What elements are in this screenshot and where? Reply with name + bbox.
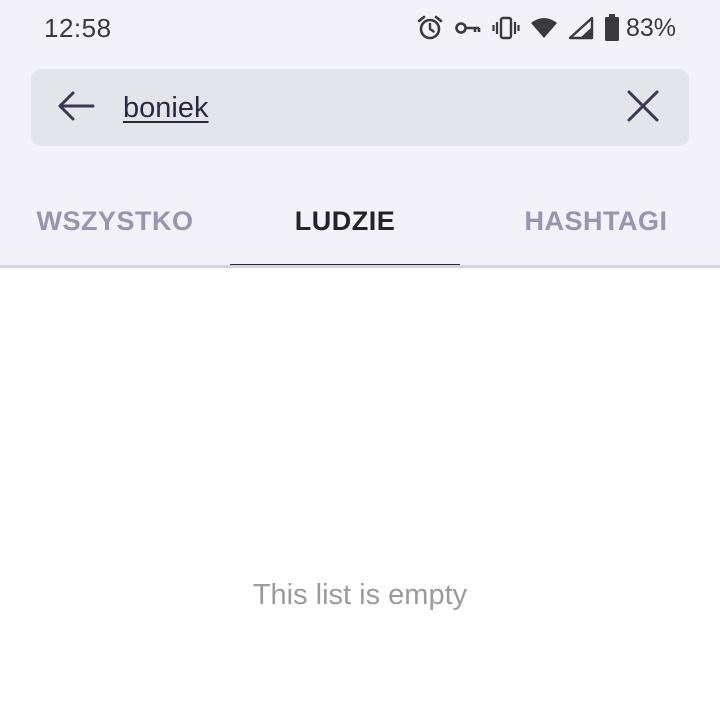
back-button[interactable] — [51, 87, 101, 129]
tab-all[interactable]: WSZYSTKO — [0, 190, 230, 266]
empty-list-message: This list is empty — [252, 579, 468, 611]
search-input[interactable] — [123, 87, 593, 129]
tab-divider — [0, 265, 720, 268]
arrow-left-icon — [56, 90, 96, 127]
status-time: 12:58 — [44, 13, 112, 43]
search-bar — [31, 69, 689, 146]
battery-percent: 83% — [625, 13, 676, 42]
search-tabs: WSZYSTKO LUDZIE HASHTAGI — [0, 190, 720, 268]
tab-hashtags[interactable]: HASHTAGI — [460, 190, 720, 266]
vpn-key-icon — [454, 18, 482, 38]
status-icons: 83% — [416, 12, 676, 44]
tab-people[interactable]: LUDZIE — [230, 190, 460, 268]
battery-icon — [604, 14, 620, 42]
tab-people-label: LUDZIE — [294, 206, 396, 236]
alarm-icon — [416, 14, 444, 42]
close-icon — [626, 89, 660, 128]
vibrate-icon — [492, 15, 520, 41]
status-bar: 12:58 83% — [0, 0, 720, 56]
wifi-icon — [530, 16, 558, 40]
clear-search-button[interactable] — [621, 86, 665, 130]
cell-signal-icon — [568, 16, 594, 40]
